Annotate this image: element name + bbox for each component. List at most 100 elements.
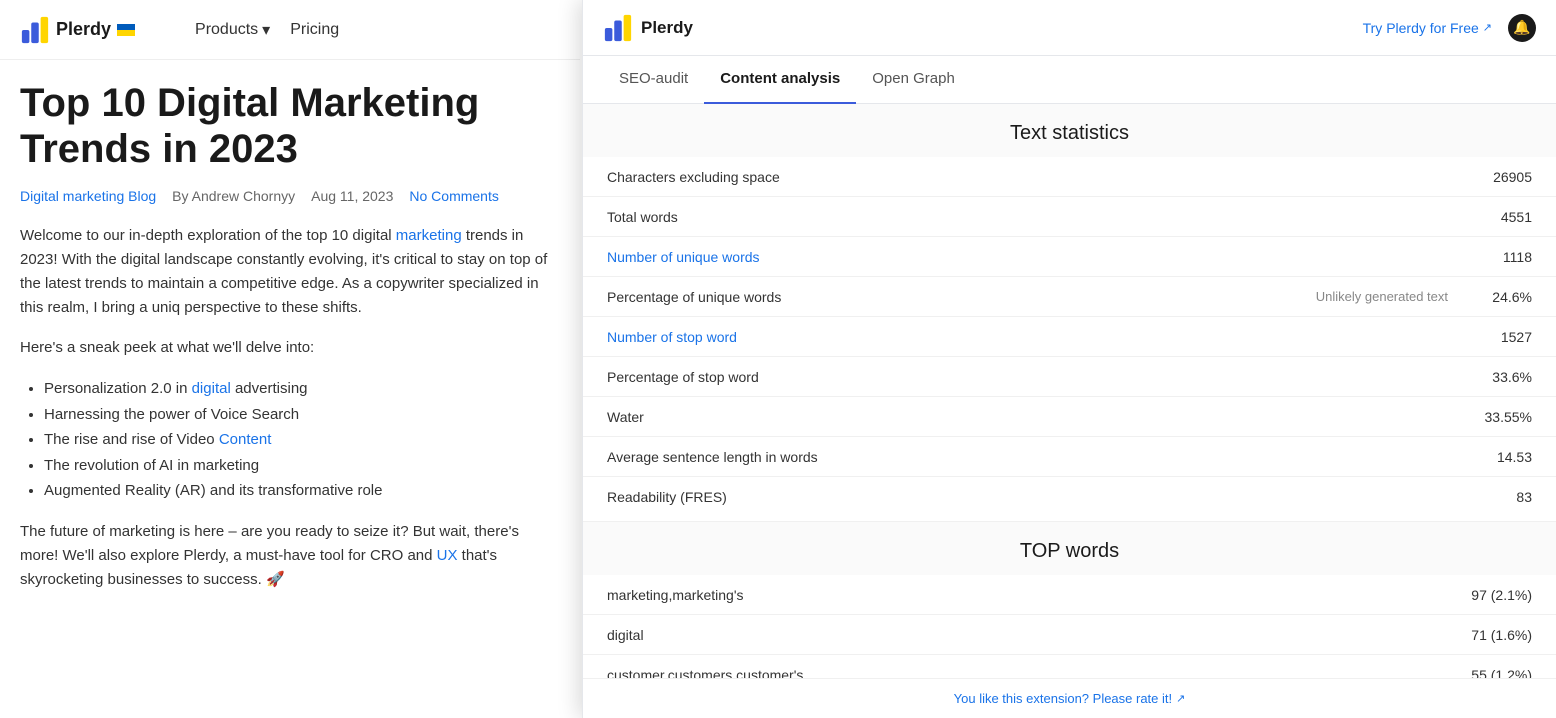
tab-seo-audit-label: SEO-audit [619,70,688,87]
tab-open-graph-label: Open Graph [872,70,955,87]
blog-date: Aug 11, 2023 [311,188,393,204]
notification-bell[interactable]: 🔔 [1508,14,1536,42]
stats-right-7: 14.53 [1472,449,1532,465]
try-free-text: Try Plerdy for Free [1363,20,1479,36]
stats-right-3: Unlikely generated text 24.6% [1316,289,1532,305]
stats-right-8: 83 [1472,489,1532,505]
panel-footer: You like this extension? Please rate it!… [583,678,1556,718]
panel-content[interactable]: Text statistics Characters excluding spa… [583,104,1556,678]
panel-logo-icon [603,13,633,43]
stats-label-3: Percentage of unique words [607,289,781,305]
stats-label-0: Characters excluding space [607,169,780,185]
tab-content-analysis-label: Content analysis [720,70,840,87]
stats-value-0: 26905 [1472,169,1532,185]
external-icon: ↗ [1176,692,1185,705]
stats-rows: Characters excluding space 26905 Total wor… [583,157,1556,517]
stats-row: Total words 4551 [583,197,1556,237]
stats-label-6: Water [607,409,644,425]
nav-pricing[interactable]: Pricing [290,21,339,39]
stats-note-3: Unlikely generated text [1316,289,1448,304]
word-label-2: customer,customers,customer's [607,667,803,679]
blog-peek: Here's a sneak peek at what we'll delve … [20,336,560,360]
stats-label-7: Average sentence length in words [607,449,818,465]
blog-list: Personalization 2.0 in digital advertisi… [20,376,560,504]
stats-row: Characters excluding space 26905 [583,157,1556,197]
panel-logo-text: Plerdy [641,18,693,38]
panel-header: Plerdy Try Plerdy for Free ↗ 🔔 [583,0,1556,56]
nav-links: Products ▾ Pricing [195,20,339,40]
stats-value-1: 4551 [1472,209,1532,225]
stats-value-3: 24.6% [1472,289,1532,305]
word-row: customer,customers,customer's55 (1.2%) [583,655,1556,678]
rate-text: You like this extension? Please rate it! [954,691,1173,706]
stats-row: Water 33.55% [583,397,1556,437]
stats-row: Number of stop word 1527 [583,317,1556,357]
stats-right-4: 1527 [1472,329,1532,345]
tab-content-analysis[interactable]: Content analysis [704,56,856,104]
stats-value-4: 1527 [1472,329,1532,345]
word-label-1: digital [607,627,644,643]
blog-category[interactable]: Digital marketing Blog [20,188,156,204]
stats-right-2: 1118 [1472,249,1532,265]
word-row: marketing,marketing's 97 (2.1%) [583,575,1556,615]
stats-row: Percentage of stop word 33.6% [583,357,1556,397]
marketing-link[interactable]: marketing [396,227,462,244]
word-rows: marketing,marketing's 97 (2.1%) digital 71 … [583,575,1556,678]
stats-label-4[interactable]: Number of stop word [607,329,737,345]
stats-value-7: 14.53 [1472,449,1532,465]
stats-row: Readability (FRES) 83 [583,477,1556,517]
word-value-0: 97 (2.1%) [1471,587,1532,603]
stats-value-2: 1118 [1472,249,1532,265]
stats-value-8: 83 [1472,489,1532,505]
content-link[interactable]: Content [219,431,272,448]
stats-value-6: 33.55% [1472,409,1532,425]
word-row: digital 71 (1.6%) [583,615,1556,655]
stats-label-8: Readability (FRES) [607,489,727,505]
stats-right-6: 33.55% [1472,409,1532,425]
bell-symbol: 🔔 [1513,19,1530,36]
stats-label-1: Total words [607,209,678,225]
list-item: The rise and rise of Video Content [44,427,560,453]
nav-products[interactable]: Products ▾ [195,20,270,40]
word-value-1: 71 (1.6%) [1471,627,1532,643]
blog-footer: The future of marketing is here – are yo… [20,520,560,592]
try-free-link[interactable]: Try Plerdy for Free ↗ [1363,20,1492,36]
blog-title: Top 10 Digital Marketing Trends in 2023 [20,80,560,172]
text-statistics-title: Text statistics [583,104,1556,157]
header-right: Try Plerdy for Free ↗ 🔔 [1363,14,1536,42]
blog-logo-text: Plerdy [56,19,111,40]
stats-row: Number of unique words 1118 [583,237,1556,277]
word-label-0: marketing,marketing's [607,587,744,603]
plerdy-logo-icon [20,15,50,45]
panel-tabs: SEO-audit Content analysis Open Graph [583,56,1556,104]
blog-logo: Plerdy [20,15,135,45]
ukraine-flag [117,24,135,36]
blog-page: Plerdy Products ▾ Pricing Top 10 Digital… [0,0,580,718]
tab-seo-audit[interactable]: SEO-audit [603,56,704,104]
external-link-icon: ↗ [1483,21,1492,34]
list-item: Personalization 2.0 in digital advertisi… [44,376,560,402]
stats-label-2[interactable]: Number of unique words [607,249,760,265]
blog-content: Top 10 Digital Marketing Trends in 2023 … [0,60,580,592]
stats-right-1: 4551 [1472,209,1532,225]
blog-nav: Plerdy Products ▾ Pricing [0,0,580,60]
blog-intro: Welcome to our in-depth exploration of t… [20,224,560,320]
ux-link[interactable]: UX [437,547,458,564]
blog-comments[interactable]: No Comments [409,188,498,204]
chevron-down-icon: ▾ [262,20,270,40]
stats-label-5: Percentage of stop word [607,369,759,385]
rate-link[interactable]: You like this extension? Please rate it!… [603,691,1536,706]
stats-right-0: 26905 [1472,169,1532,185]
panel-logo: Plerdy [603,13,693,43]
stats-value-5: 33.6% [1472,369,1532,385]
blog-meta: Digital marketing Blog By Andrew Chornyy… [20,188,560,204]
list-item: Harnessing the power of Voice Search [44,402,560,428]
stats-right-5: 33.6% [1472,369,1532,385]
stats-row: Average sentence length in words 14.53 [583,437,1556,477]
blog-author: By Andrew Chornyy [172,188,295,204]
tab-open-graph[interactable]: Open Graph [856,56,971,104]
top-words-section: TOP words marketing,marketing's 97 (2.1%)… [583,521,1556,678]
list-item: The revolution of AI in marketing [44,453,560,479]
top-words-title: TOP words [583,521,1556,575]
digital-link[interactable]: digital [192,380,231,397]
